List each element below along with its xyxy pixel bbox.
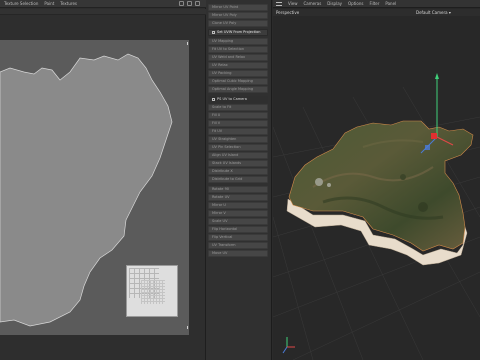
uv-editor-menubar: Texture Selection Paint Textures (0, 0, 206, 8)
cmd-uv-transform[interactable]: UV Transform (208, 242, 268, 249)
menu-cameras[interactable]: Cameras (304, 1, 322, 6)
cmd-move-uv[interactable]: Move UV (208, 250, 268, 257)
menu-filter[interactable]: Filter (369, 1, 379, 6)
menu-paint[interactable]: Paint (44, 1, 54, 6)
ruler-tick (187, 326, 188, 329)
cmd-fill-u[interactable]: Fill U (208, 112, 268, 119)
cmd-fit-uv[interactable]: Fit UV (208, 128, 268, 135)
viewport-labelbar: Perspective Default Camera ▾ (273, 9, 480, 16)
uv-editor-titlebar (0, 9, 206, 15)
viewport-canvas[interactable] (273, 17, 480, 360)
cmd-mirror-uv-poly[interactable]: Mirror UV Poly (208, 12, 268, 19)
cmd-optimal-cubic[interactable]: Optimal Cubic Mapping (208, 78, 268, 85)
cmd-uv-relax[interactable]: UV Relax (208, 62, 268, 69)
cmd-flip-horizontal[interactable]: Flip Horizontal (208, 226, 268, 233)
cmd-stack-uv-islands[interactable]: Stack UV Islands (208, 160, 268, 167)
cmd-fit-uv-to-selection[interactable]: Fit UV to Selection (208, 46, 268, 53)
cmd-distribute-to-grid[interactable]: Distribute to Grid (208, 176, 268, 183)
cmd-optimal-angle[interactable]: Optimal Angle Mapping (208, 86, 268, 93)
cmd-align-uv-island[interactable]: Align UV Island (208, 152, 268, 159)
cmd-clone-uv-poly[interactable]: Clone UV Poly (208, 20, 268, 27)
viewport-panel: View Cameras Display Options Filter Pane… (273, 0, 480, 360)
cmd-uv-mapping[interactable]: UV Mapping (208, 38, 268, 45)
cmd-uv-weld-relax[interactable]: UV Weld and Relax (208, 54, 268, 61)
ruler-tick (187, 42, 188, 45)
uv-editor-panel: Texture Selection Paint Textures (0, 0, 206, 360)
cmd-uv-to-camera[interactable]: PS UV to Camera (208, 96, 268, 103)
hamburger-icon[interactable] (276, 1, 282, 6)
cmd-rotate-uv[interactable]: Rotate UV (208, 194, 268, 201)
uv-commands-panel: Mirror UV Point Mirror UV Poly Clone UV … (206, 0, 272, 360)
cmd-fill-v[interactable]: Fill V (208, 120, 268, 127)
camera-icon (212, 97, 215, 101)
viewport-menubar: View Cameras Display Options Filter Pane… (273, 0, 480, 8)
camera-dropdown[interactable]: Default Camera ▾ (416, 10, 451, 15)
cmd-scale-to-fit[interactable]: Scale to Fit (208, 104, 268, 111)
cmd-flip-vertical[interactable]: Flip Vertical (208, 234, 268, 241)
cmd-mirror-u[interactable]: Mirror U (208, 202, 268, 209)
zoom-view-icon[interactable] (187, 1, 192, 6)
cmd-mirror-uv-point[interactable]: Mirror UV Point (208, 4, 268, 11)
cmd-set-uvw-from-projection[interactable]: Set UVW From Projection (208, 29, 268, 36)
view-mode-label: Perspective (276, 10, 300, 15)
cmd-scale-uv[interactable]: Scale UV (208, 218, 268, 225)
axis-indicator-icon (282, 337, 295, 354)
uv-texture-thumbnail (126, 265, 178, 317)
menu-display[interactable]: Display (327, 1, 342, 6)
cmd-uv-pin-selection[interactable]: UV Pin Selection (208, 144, 268, 151)
menu-textures[interactable]: Textures (60, 1, 77, 6)
cmd-uv-straighten[interactable]: UV Straighten (208, 136, 268, 143)
terrain-mesh (288, 120, 474, 252)
projection-icon (212, 30, 215, 34)
menu-view[interactable]: View (288, 1, 298, 6)
cmd-distribute-x[interactable]: Distribute X (208, 168, 268, 175)
cmd-rotate-90[interactable]: Rotate 90 (208, 186, 268, 193)
maximize-panel-icon[interactable] (195, 1, 200, 6)
menu-texture-selection[interactable]: Texture Selection (4, 1, 38, 6)
move-view-icon[interactable] (179, 1, 184, 6)
menu-options[interactable]: Options (348, 1, 363, 6)
cmd-uv-packing[interactable]: UV Packing (208, 70, 268, 77)
uv-editor-toolbar (179, 1, 200, 6)
cmd-mirror-v[interactable]: Mirror V (208, 210, 268, 217)
menu-panel[interactable]: Panel (385, 1, 396, 6)
